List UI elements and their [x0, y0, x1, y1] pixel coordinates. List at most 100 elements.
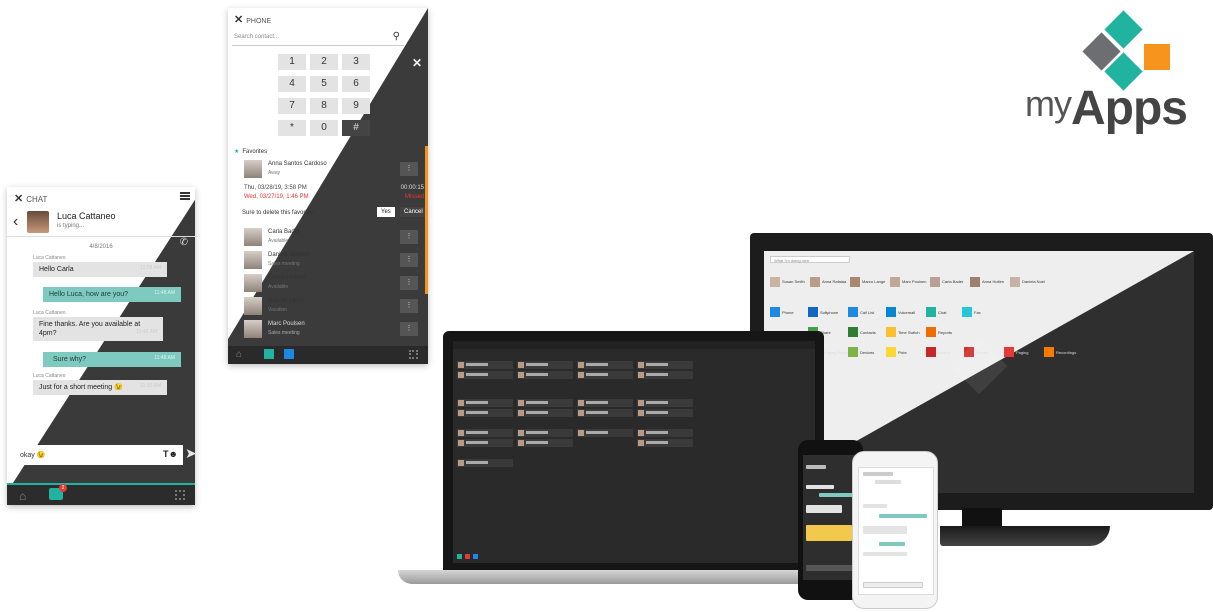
- home-icon[interactable]: ⌂: [236, 349, 242, 360]
- contact-row[interactable]: Carla Bader Available ⋮: [244, 228, 428, 248]
- contact-row[interactable]: Emma Holden Available ⋮: [244, 274, 428, 294]
- dial-key[interactable]: *: [278, 120, 306, 136]
- call-log-durations: 00:00:15 Missed: [401, 184, 424, 202]
- more-options-icon[interactable]: ⋮: [400, 253, 418, 267]
- avatar: [27, 211, 49, 233]
- dial-key[interactable]: 7: [278, 98, 306, 114]
- app-label: Recordings: [1056, 350, 1077, 355]
- person-name: Anna Holten: [982, 279, 1005, 284]
- contact-tile[interactable]: [577, 361, 633, 369]
- message-input[interactable]: okay 😉 T☻: [15, 445, 183, 465]
- dial-key[interactable]: 1: [278, 54, 306, 70]
- dial-key[interactable]: 5: [310, 76, 338, 92]
- app-recordings-icon[interactable]: [1044, 347, 1054, 357]
- close-keypad-icon[interactable]: ✕: [412, 56, 422, 70]
- call-log-entry: Thu, 03/28/19, 3:58 PM: [244, 185, 307, 191]
- app-devices-icon[interactable]: [848, 347, 858, 357]
- more-options-icon[interactable]: ⋮: [400, 230, 418, 244]
- message-input[interactable]: [806, 565, 854, 571]
- alert-nav-icon[interactable]: [465, 554, 470, 559]
- dial-key[interactable]: 9: [342, 98, 370, 114]
- yes-button[interactable]: Yes: [377, 207, 395, 217]
- contact-tile[interactable]: [577, 399, 633, 407]
- contact-tile[interactable]: [457, 429, 513, 437]
- contact-tile[interactable]: [577, 371, 633, 379]
- emoji-panel[interactable]: [806, 525, 852, 541]
- contact-name: Daniela Weston: [268, 252, 311, 258]
- more-options-icon[interactable]: ⋮: [400, 276, 418, 290]
- home-icon[interactable]: ⌂: [19, 489, 26, 503]
- dial-key[interactable]: 4: [278, 76, 306, 92]
- dial-key[interactable]: 0: [310, 120, 338, 136]
- search-icon[interactable]: ⚲: [393, 31, 400, 42]
- more-options-icon[interactable]: ⋮: [400, 299, 418, 313]
- contact-tile[interactable]: [517, 429, 573, 437]
- app-contacts-icon[interactable]: [848, 327, 858, 337]
- dial-key[interactable]: 8: [310, 98, 338, 114]
- contact-tile[interactable]: [637, 439, 693, 447]
- app-alarms-icon[interactable]: [926, 347, 936, 357]
- phone-nav-icon[interactable]: [284, 349, 294, 359]
- chat-nav-icon[interactable]: [457, 554, 462, 559]
- dial-key[interactable]: 6: [342, 76, 370, 92]
- cancel-button[interactable]: Cancel: [400, 207, 427, 217]
- contact-tile[interactable]: [637, 429, 693, 437]
- app-softphone-icon[interactable]: [808, 307, 818, 317]
- contact-tile[interactable]: [577, 429, 633, 437]
- app-paging-icon[interactable]: [1004, 347, 1014, 357]
- contact-tile[interactable]: [457, 459, 513, 467]
- contact-tile[interactable]: [517, 399, 573, 407]
- more-options-icon[interactable]: ⋮: [400, 322, 418, 336]
- avatar: [244, 228, 262, 246]
- app-fax-icon[interactable]: [962, 307, 972, 317]
- contact-row[interactable]: Gabriel Lyons Vacation ⋮: [244, 297, 428, 317]
- contact-row[interactable]: Daniela Weston Sales meeting ⋮: [244, 251, 428, 271]
- message-input[interactable]: [863, 582, 923, 588]
- text-format-button[interactable]: T☻: [163, 449, 178, 459]
- apps-grid-icon[interactable]: [175, 490, 185, 500]
- chat-nav-icon[interactable]: [264, 349, 274, 359]
- contact-tile[interactable]: [457, 399, 513, 407]
- app-chat-icon[interactable]: [926, 307, 936, 317]
- close-icon[interactable]: ✕: [234, 14, 243, 26]
- app-reports-icon[interactable]: [926, 327, 936, 337]
- contact-tile[interactable]: [457, 409, 513, 417]
- message-bubble: [863, 526, 907, 534]
- dial-key[interactable]: 3: [342, 54, 370, 70]
- contact-tile[interactable]: [517, 371, 573, 379]
- contact-tile[interactable]: [517, 439, 573, 447]
- contact-tile[interactable]: [637, 361, 693, 369]
- contact-tile[interactable]: [637, 409, 693, 417]
- status-input[interactable]: What I'm doing now: [770, 256, 850, 263]
- close-icon[interactable]: ✕: [14, 193, 23, 205]
- apps-grid-icon[interactable]: [409, 350, 418, 359]
- contact-tile[interactable]: [517, 361, 573, 369]
- app-label: Phone: [782, 310, 794, 315]
- contact-row[interactable]: Marc Poulsen Sales meeting ⋮: [244, 320, 428, 340]
- app-voicemail-icon[interactable]: [886, 307, 896, 317]
- delete-confirmation: Sure to delete this favorite? Yes Cancel: [242, 207, 427, 217]
- message-text: Fine thanks. Are you available at 4pm?: [39, 321, 141, 338]
- message-time: 11:48 AM: [154, 355, 175, 361]
- app-pixie-icon[interactable]: [886, 347, 896, 357]
- more-options-icon[interactable]: ⋮: [400, 162, 418, 176]
- contact-tile[interactable]: [457, 361, 513, 369]
- contact-tile[interactable]: [637, 371, 693, 379]
- contact-tile[interactable]: [457, 439, 513, 447]
- phone-nav-icon[interactable]: [473, 554, 478, 559]
- send-icon[interactable]: ➤: [185, 445, 195, 462]
- dial-key[interactable]: #: [342, 120, 370, 136]
- search-contact-input[interactable]: Search contact... ⚲: [232, 30, 404, 46]
- contact-tile[interactable]: [577, 409, 633, 417]
- favorite-contact[interactable]: Anna Santos Cardoso Away ⋮: [244, 160, 428, 180]
- hamburger-menu-icon[interactable]: [180, 192, 190, 200]
- app-time-switch-icon[interactable]: [886, 327, 896, 337]
- contact-tile[interactable]: [457, 371, 513, 379]
- back-chevron-icon[interactable]: ‹: [13, 213, 18, 231]
- contact-tile[interactable]: [517, 409, 573, 417]
- app-phone-icon[interactable]: [770, 307, 780, 317]
- app-call-list-icon[interactable]: [848, 307, 858, 317]
- avatar: [810, 277, 820, 287]
- dial-key[interactable]: 2: [310, 54, 338, 70]
- contact-tile[interactable]: [637, 399, 693, 407]
